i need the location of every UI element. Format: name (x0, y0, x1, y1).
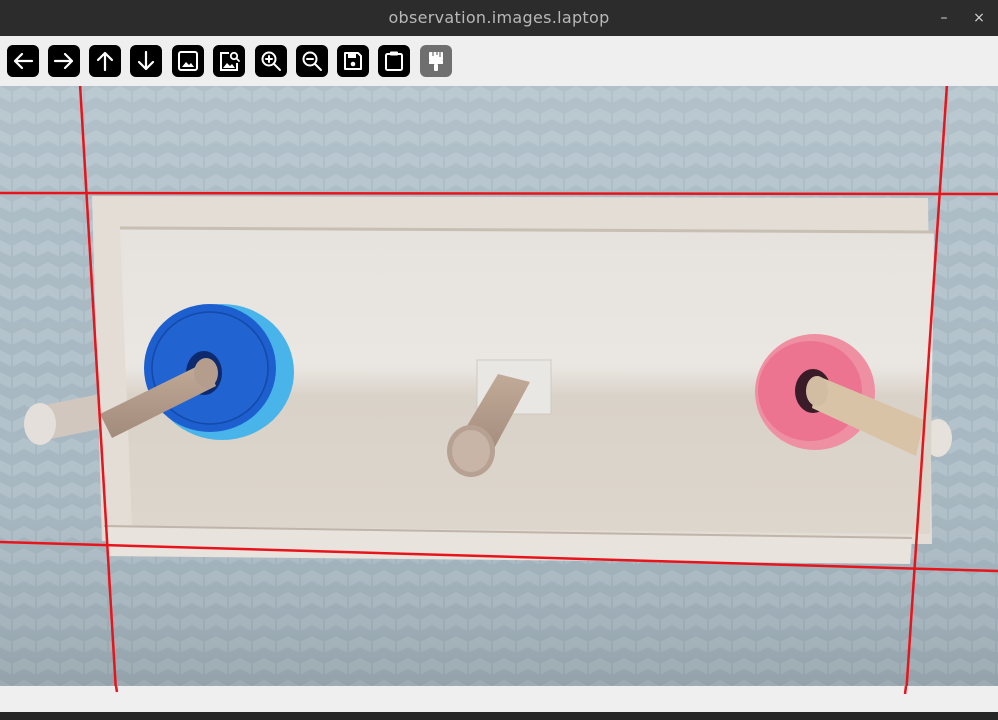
brush-button[interactable] (420, 45, 452, 77)
zoom-out-button[interactable] (296, 45, 328, 77)
window-title: observation.images.laptop (388, 8, 610, 27)
image-search-icon (220, 51, 240, 71)
zoom-out-icon (302, 51, 322, 71)
zoom-in-button[interactable] (255, 45, 287, 77)
image-viewer[interactable] (0, 86, 998, 686)
arrow-left-icon (13, 52, 34, 70)
image-button[interactable] (172, 45, 204, 77)
arrow-up-icon (96, 51, 114, 72)
paint-brush-icon (429, 52, 443, 71)
taskbar (0, 712, 998, 720)
down-button[interactable] (130, 45, 162, 77)
arrow-down-icon (137, 50, 155, 71)
minimize-button[interactable]: – (934, 8, 954, 28)
toolbar (0, 36, 998, 86)
clipboard-button[interactable] (378, 45, 410, 77)
close-button[interactable]: × (969, 8, 989, 28)
up-button[interactable] (89, 45, 121, 77)
save-icon (344, 52, 362, 70)
image-search-button[interactable] (213, 45, 245, 77)
image-icon (178, 51, 198, 71)
save-button[interactable] (337, 45, 369, 77)
camera-image (0, 86, 998, 686)
status-bar (0, 686, 998, 712)
clipboard-icon (385, 51, 403, 71)
title-bar: observation.images.laptop – × (0, 0, 998, 36)
zoom-in-icon (261, 51, 281, 71)
back-button[interactable] (7, 45, 39, 77)
arrow-right-icon (53, 52, 74, 70)
forward-button[interactable] (48, 45, 80, 77)
